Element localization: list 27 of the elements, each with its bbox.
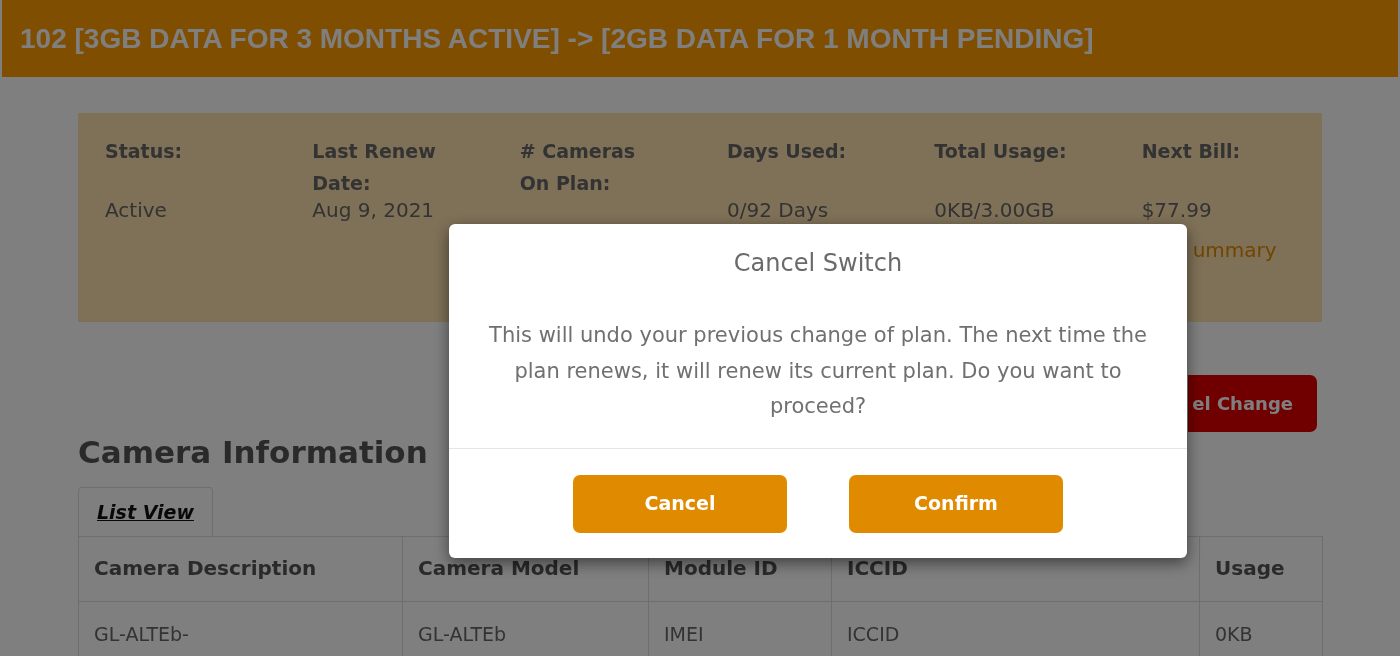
plan-title: 102 [3GB DATA FOR 3 MONTHS ACTIVE] -> [2GB DATA FOR 1 MONTH PENDING]	[20, 21, 1094, 56]
field-value: Active	[105, 199, 167, 221]
cancel-button[interactable]: Cancel	[573, 474, 787, 533]
confirm-button[interactable]: Confirm	[849, 474, 1063, 533]
field-label: Total Usage:	[934, 140, 1067, 162]
field-label: Status:	[105, 140, 183, 162]
column-header: Usage	[1199, 536, 1323, 602]
dialog-title: Cancel Switch	[732, 248, 904, 279]
dialog-message: This will undo your previous change of plan. The next time the plan renews, it will renew its current plan. Do you want to proceed?	[488, 322, 1148, 420]
table-cell: GL-ALTEb-	[78, 601, 403, 656]
summary-link[interactable]: ummary	[1192, 239, 1277, 261]
field-value: Aug 9, 2021	[312, 199, 435, 221]
table-cell: 0KB	[1199, 601, 1323, 656]
column-header: Camera Description	[78, 536, 403, 602]
table-cell: ICCID	[831, 601, 1200, 656]
field-label: Last Renew Date:	[312, 140, 436, 194]
field-label: Days Used:	[727, 140, 847, 162]
field-value: 0KB/3.00GB	[934, 199, 1055, 221]
field-label: Next Bill:	[1141, 140, 1240, 162]
change-button[interactable]: el Change	[1188, 375, 1317, 432]
section-heading: Camera Information	[78, 433, 429, 472]
view-tab[interactable]: List View	[78, 487, 213, 536]
field-value: 0/92 Days	[727, 199, 829, 221]
table-cell: GL-ALTEb	[402, 601, 649, 656]
field-value: $77.99	[1141, 199, 1212, 221]
field-label: # Cameras On Plan:	[519, 140, 636, 194]
table-cell: IMEI	[648, 601, 832, 656]
